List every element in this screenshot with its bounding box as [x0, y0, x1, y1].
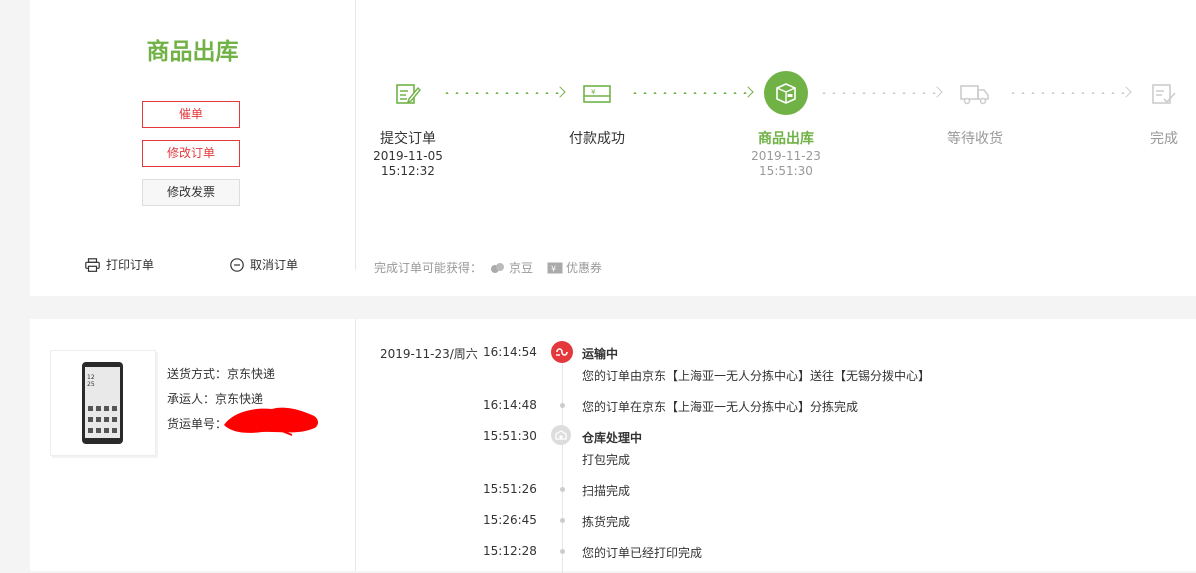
in-transit-icon	[551, 341, 573, 363]
timeline-status: 仓库处理中	[582, 431, 643, 445]
timeline-text: 您的订单已经打印完成	[582, 546, 703, 560]
progress-connector	[442, 92, 564, 94]
package-box-icon	[764, 71, 808, 115]
timeline-text: 拣货完成	[582, 515, 631, 529]
chevron-right-icon	[742, 86, 754, 98]
jingdou-icon	[491, 262, 505, 273]
tracking-number-label: 货运单号：	[167, 417, 228, 431]
timeline-time: 15:26:45	[483, 513, 537, 527]
timeline-dot	[560, 487, 565, 492]
svg-text:12: 12	[87, 374, 95, 381]
redaction-scribble	[224, 407, 318, 436]
coupon-icon: ¥	[547, 262, 563, 273]
print-order-label: 打印订单	[106, 258, 155, 272]
printer-icon	[85, 257, 100, 272]
checklist-icon	[1142, 72, 1186, 116]
timeline-track	[562, 363, 563, 573]
order-status-title: 商品出库	[146, 39, 239, 65]
progress-connector	[630, 92, 752, 94]
logistics-card: 12 25 送货方式：京东快递 承运人：京东快递 货运单号： 2019-11-2…	[30, 319, 1196, 573]
step-time-value: 15:51:30	[759, 164, 813, 178]
timeline-text: 您的订单在京东【上海亚一无人分拣中心】分拣完成	[582, 400, 859, 414]
payment-card-icon: ¥	[575, 72, 619, 116]
card-divider	[30, 293, 1196, 299]
svg-text:¥: ¥	[591, 88, 596, 96]
progress-connector	[819, 92, 941, 94]
timeline-dot	[560, 403, 565, 408]
cancel-order-label: 取消订单	[250, 258, 299, 272]
edit-form-icon	[386, 72, 430, 116]
svg-text:25: 25	[87, 381, 95, 388]
step-date-value: 2019-11-23	[751, 149, 821, 163]
minus-circle-icon	[230, 257, 244, 272]
timeline-time: 15:51:26	[483, 482, 537, 496]
step-date-value: 2019-11-05	[373, 149, 443, 163]
timeline-date: 2019-11-23/周六	[380, 347, 478, 361]
step-time-value: 15:12:32	[381, 164, 435, 178]
timeline-time: 16:14:54	[483, 345, 537, 359]
step-name: 提交订单	[380, 131, 436, 147]
timeline-time: 15:51:30	[483, 429, 537, 443]
step-time: 2019-11-05 15:12:32	[353, 149, 463, 179]
coupon-reward: ¥ 优惠券	[547, 259, 602, 276]
timeline-dot	[560, 549, 565, 554]
order-actions-panel: 商品出库 催单 修改订单 修改发票 打印订单 取消订单	[30, 0, 356, 273]
order-status-card: 商品出库 催单 修改订单 修改发票 打印订单 取消订单 提交订单 2019-11…	[30, 0, 1196, 296]
jingdou-label: 京豆	[509, 261, 534, 275]
step-name: 等待收货	[947, 131, 1003, 147]
timeline-time: 16:14:48	[483, 398, 537, 412]
timeline-text: 扫描完成	[582, 484, 631, 498]
chevron-right-icon	[1120, 86, 1132, 98]
step-name: 付款成功	[569, 131, 625, 147]
jingdou-reward: 京豆	[490, 259, 533, 276]
timeline-status: 运输中	[582, 347, 619, 361]
warehouse-icon	[551, 425, 571, 445]
progress-connector	[1008, 92, 1130, 94]
chevron-right-icon	[554, 86, 566, 98]
timeline-dot	[560, 518, 565, 523]
print-order-link[interactable]: 打印订单	[85, 256, 154, 273]
cancel-order-link[interactable]: 取消订单	[230, 256, 298, 273]
completion-rewards: 完成订单可能获得： 京豆 ¥ 优惠券	[374, 259, 602, 276]
chevron-right-icon	[931, 86, 943, 98]
product-thumbnail[interactable]: 12 25	[50, 350, 156, 456]
rewards-label: 完成订单可能获得：	[374, 261, 483, 275]
urge-order-button[interactable]: 催单	[142, 101, 240, 128]
timeline-time: 15:12:28	[483, 544, 537, 558]
svg-text:¥: ¥	[551, 264, 556, 273]
modify-invoice-button[interactable]: 修改发票	[142, 179, 240, 206]
step-time: 2019-11-23 15:51:30	[731, 149, 841, 179]
step-name: 商品出库	[758, 131, 814, 147]
timeline-text: 您的订单由京东【上海亚一无人分拣中心】送往【无锡分拨中心】	[582, 369, 931, 383]
modify-order-button[interactable]: 修改订单	[142, 140, 240, 167]
phone-product-image: 12 25	[82, 362, 123, 444]
delivery-method: 送货方式：京东快递	[167, 367, 276, 381]
timeline-text: 打包完成	[582, 453, 631, 467]
step-name: 完成	[1150, 131, 1178, 147]
coupon-label: 优惠券	[566, 261, 603, 275]
delivery-truck-icon	[953, 72, 997, 116]
shipment-info-panel: 12 25 送货方式：京东快递 承运人：京东快递 货运单号：	[30, 319, 356, 571]
